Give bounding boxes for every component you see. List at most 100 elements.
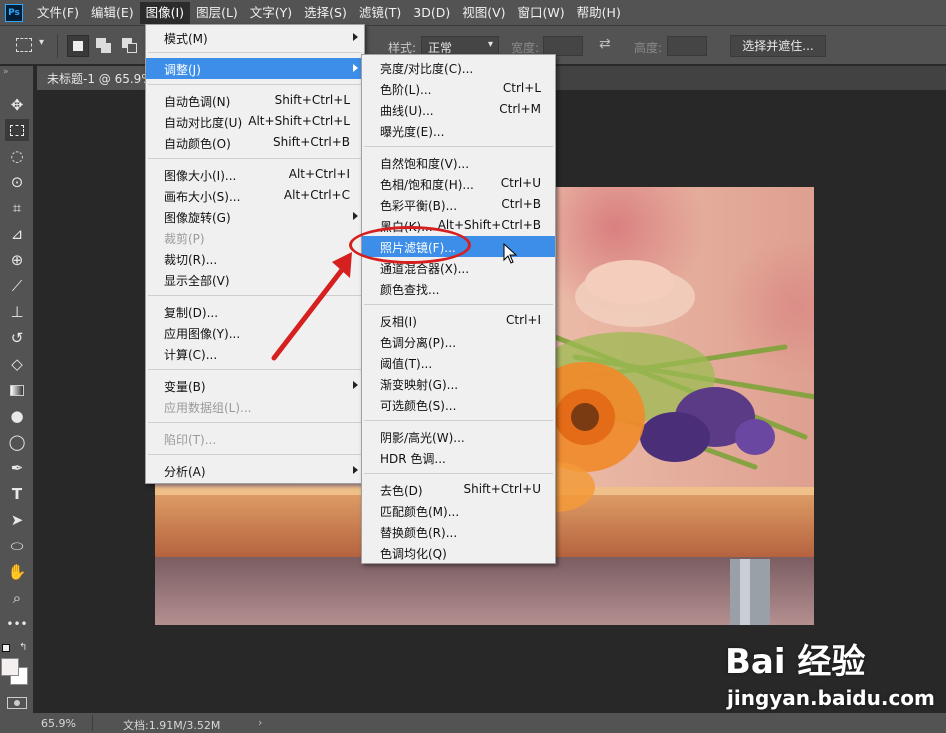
menu-item-exposure[interactable]: 曝光度(E)... [362,120,555,141]
menu-item-color-lookup[interactable]: 颜色查找... [362,278,555,299]
menu-item-shadows-highlights[interactable]: 阴影/高光(W)... [362,426,555,447]
chevron-down-icon[interactable]: ▾ [39,37,44,48]
crop-tool-icon[interactable]: ⌗ [5,197,29,219]
submenu-arrow-icon [353,381,358,389]
menu-item-hdr-toning[interactable]: HDR 色调... [362,447,555,468]
menu-item-variables[interactable]: 变量(B) [146,375,364,396]
move-tool-icon[interactable]: ✥ [5,94,29,116]
menu-filter[interactable]: 滤镜(T) [353,2,407,24]
menu-item-mode[interactable]: 模式(M) [146,27,364,48]
foreground-color-swatch[interactable] [1,658,19,676]
style-value: 正常 [428,41,453,55]
quick-select-tool-icon[interactable]: ⊙ [5,171,29,193]
height-label: 高度: [634,41,663,55]
menu-item-auto-color[interactable]: 自动颜色(O) Shift+Ctrl+B [146,132,364,153]
new-selection-button[interactable] [67,35,89,57]
menubar: Ps 文件(F) 编辑(E) 图像(I) 图层(L) 文字(Y) 选择(S) 滤… [0,0,946,25]
collapse-icon[interactable]: » [3,67,9,77]
zoom-tool-icon[interactable]: ⌕ [5,587,29,609]
width-input[interactable] [543,36,583,56]
menu-item-selective-color[interactable]: 可选颜色(S)... [362,394,555,415]
chevron-right-icon[interactable]: › [258,716,262,729]
height-input[interactable] [667,36,707,56]
marquee-tool-icon[interactable] [5,119,29,141]
history-brush-tool-icon[interactable]: ↺ [5,327,29,349]
menu-item-gradient-map[interactable]: 渐变映射(G)... [362,373,555,394]
zoom-level[interactable]: 65.9% [41,717,76,730]
clone-stamp-tool-icon[interactable]: ⊥ [5,301,29,323]
document-size-info: 文档:1.91M/3.52M [123,719,221,732]
menu-item-trap: 陷印(T)... [164,433,217,447]
menu-edit[interactable]: 编辑(E) [85,2,140,24]
menu-item-canvas-size[interactable]: 画布大小(S)... Alt+Ctrl+C [146,185,364,206]
default-colors-icon[interactable] [2,644,10,652]
divider [57,34,58,58]
menu-item-levels[interactable]: 色阶(L)... Ctrl+L [362,78,555,99]
menu-item-invert[interactable]: 反相(I) Ctrl+I [362,310,555,331]
marquee-preset-icon[interactable] [16,38,32,52]
menu-item-auto-tone[interactable]: 自动色调(N) Shift+Ctrl+L [146,90,364,111]
document-tab[interactable]: 未标题-1 @ 65.9% [37,66,153,90]
menu-3d[interactable]: 3D(D) [407,2,456,24]
swap-arrows-icon[interactable]: ⇄ [599,36,611,52]
subtract-selection-icon[interactable] [122,38,138,54]
menu-item-posterize[interactable]: 色调分离(P)... [362,331,555,352]
type-tool-icon[interactable]: T [5,483,29,505]
submenu-arrow-icon [353,466,358,474]
watermark-url: jingyan.baidu.com [727,686,935,710]
swap-colors-icon[interactable]: ↰ [19,642,27,653]
menu-item-auto-contrast[interactable]: 自动对比度(U) Alt+Shift+Ctrl+L [146,111,364,132]
menu-file[interactable]: 文件(F) [31,2,85,24]
menu-item-curves[interactable]: 曲线(U)... Ctrl+M [362,99,555,120]
menu-item-image-size[interactable]: 图像大小(I)... Alt+Ctrl+I [146,164,364,185]
add-selection-icon[interactable] [96,38,112,54]
menu-item-color-balance[interactable]: 色彩平衡(B)... Ctrl+B [362,194,555,215]
eraser-tool-icon[interactable]: ◇ [5,353,29,375]
watermark-brand: Bai 经验 [725,642,866,682]
gradient-tool-icon[interactable] [5,379,29,401]
menu-item-vibrance[interactable]: 自然饱和度(V)... [362,152,555,173]
menu-item-threshold[interactable]: 阈值(T)... [362,352,555,373]
lasso-tool-icon[interactable]: ◌ [5,145,29,167]
quick-mask-icon[interactable] [7,697,27,709]
dodge-tool-icon[interactable]: ◯ [5,431,29,453]
menu-item-adjustments[interactable]: 调整(J) [146,58,364,79]
baidu-watermark: Bai 经验 jingyan.baidu.com [725,628,935,723]
menu-item-desaturate[interactable]: 去色(D) Shift+Ctrl+U [362,479,555,500]
hand-tool-icon[interactable]: ✋ [5,561,29,583]
ellipse-tool-icon[interactable]: ⬭ [5,535,29,557]
brush-tool-icon[interactable]: ⟋ [5,275,29,297]
pen-tool-icon[interactable]: ✒ [5,457,29,479]
menu-item-apply-data-set: 应用数据组(L)... [164,401,252,415]
submenu-arrow-icon [353,212,358,220]
menu-item-image-rotation[interactable]: 图像旋转(G) [146,206,364,227]
menu-image[interactable]: 图像(I) [139,1,191,24]
more-tools-icon[interactable]: ••• [5,613,29,635]
menu-item-analysis[interactable]: 分析(A) [146,460,364,481]
separator [148,422,362,423]
annotation-arrow-icon [271,252,352,361]
menu-window[interactable]: 窗口(W) [512,2,571,24]
separator [148,158,362,159]
select-and-mask-button[interactable]: 选择并遮住... [730,35,826,57]
menu-item-hue-saturation[interactable]: 色相/饱和度(H)... Ctrl+U [362,173,555,194]
menu-type[interactable]: 文字(Y) [244,2,298,24]
path-selection-tool-icon[interactable]: ➤ [5,509,29,531]
submenu-arrow-icon [353,64,358,72]
menu-item-brightness-contrast[interactable]: 亮度/对比度(C)... [362,57,555,78]
menu-select[interactable]: 选择(S) [298,2,353,24]
menu-item-equalize[interactable]: 色调均化(Q) [362,542,555,563]
menu-help[interactable]: 帮助(H) [571,2,627,24]
menu-item-match-color[interactable]: 匹配颜色(M)... [362,500,555,521]
eyedropper-tool-icon[interactable]: ⊿ [5,223,29,245]
menu-item-replace-color[interactable]: 替换颜色(R)... [362,521,555,542]
style-select[interactable]: 正常 ▾ [421,36,499,56]
separator [364,304,553,305]
separator [148,52,362,53]
menu-layer[interactable]: 图层(L) [190,2,244,24]
menu-view[interactable]: 视图(V) [456,2,511,24]
divider [92,715,93,731]
blur-tool-icon[interactable]: ● [5,405,29,427]
healing-brush-tool-icon[interactable]: ⊕ [5,249,29,271]
separator [148,454,362,455]
